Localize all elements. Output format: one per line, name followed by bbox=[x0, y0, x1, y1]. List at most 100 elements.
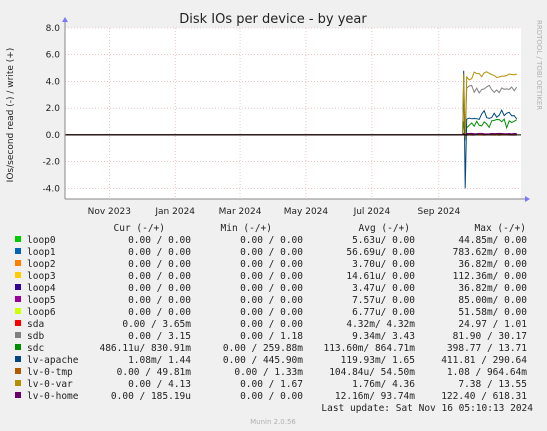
legend-name: loop4 bbox=[27, 283, 56, 294]
legend-swatch bbox=[15, 236, 21, 242]
legend-header-cur: Cur (-/+) bbox=[114, 223, 165, 234]
legend-min: 0.00 / 445.90m bbox=[223, 355, 303, 366]
legend-avg: 6.77u/ 0.00 bbox=[352, 307, 415, 318]
x-axis-ticks: Nov 2023 Jan 2024 Mar 2024 May 2024 Jul 2024… bbox=[88, 207, 461, 217]
legend-row: loop3 0.00 / 0.00 0.00 / 0.00 14.61u/ 0.00 1… bbox=[15, 271, 527, 282]
legend-swatch bbox=[15, 392, 21, 398]
legend-min: 0.00 / 1.18 bbox=[240, 331, 303, 342]
x-tick-label: Sep 2024 bbox=[418, 207, 461, 217]
chart-title: Disk IOs per device - by year bbox=[179, 12, 367, 27]
plot-area bbox=[65, 28, 521, 199]
legend-cur: 0.00 / 0.00 bbox=[128, 247, 191, 258]
legend-avg: 7.57u/ 0.00 bbox=[352, 295, 415, 306]
legend-avg: 56.69u/ 0.00 bbox=[346, 247, 415, 258]
legend-row: sdb 0.00 / 3.15 0.00 / 1.18 9.34m/ 3.43 81.9… bbox=[15, 331, 527, 342]
legend-avg: 104.84u/ 54.50m bbox=[329, 367, 415, 378]
legend-cur: 0.00 / 3.15 bbox=[128, 331, 191, 342]
y-tick-label: 0.0 bbox=[46, 131, 61, 141]
legend-row: lv-apache 1.08m/ 1.44 0.00 / 445.90m 119.93… bbox=[15, 355, 527, 366]
legend-avg: 14.61u/ 0.00 bbox=[346, 271, 415, 282]
rrdtool-credit: RRDTOOL / TOBI OETIKER bbox=[535, 20, 543, 110]
legend-row: loop6 0.00 / 0.00 0.00 / 0.00 6.77u/ 0.00 51… bbox=[15, 307, 527, 318]
y-axis-ticks: -4.0 -2.0 0.0 2.0 4.0 6.0 8.0 bbox=[42, 24, 60, 194]
legend-cur: 0.00 / 3.65m bbox=[122, 319, 191, 330]
legend-avg: 12.16m/ 93.74m bbox=[335, 391, 415, 402]
legend-cur: 0.00 / 0.00 bbox=[128, 295, 191, 306]
legend-swatch bbox=[15, 260, 21, 266]
legend-cur: 0.00 / 0.00 bbox=[128, 235, 191, 246]
y-tick-label: 2.0 bbox=[46, 104, 61, 114]
legend-table: Cur (-/+) Min (-/+) Avg (-/+) Max (-/+) … bbox=[15, 223, 527, 402]
legend-name: sdb bbox=[27, 331, 44, 342]
legend-min: 0.00 / 0.00 bbox=[240, 271, 303, 282]
y-tick-label: -2.0 bbox=[42, 158, 60, 168]
legend-max: 411.81 / 290.64 bbox=[441, 355, 527, 366]
legend-swatch bbox=[15, 332, 21, 338]
x-tick-label: Mar 2024 bbox=[219, 207, 262, 217]
legend-max: 36.82m/ 0.00 bbox=[458, 283, 527, 294]
legend-row: loop2 0.00 / 0.00 0.00 / 0.00 3.70u/ 0.00 36… bbox=[15, 259, 527, 270]
legend-name: lv-0-var bbox=[27, 379, 73, 390]
munin-version: Munin 2.0.56 bbox=[250, 418, 296, 426]
legend-cur: 0.00 / 0.00 bbox=[128, 307, 191, 318]
y-tick-label: 8.0 bbox=[46, 24, 61, 34]
legend-name: sdc bbox=[27, 343, 44, 354]
legend-row: loop0 0.00 / 0.00 0.00 / 0.00 5.63u/ 0.00 44… bbox=[15, 235, 527, 246]
legend-name: loop6 bbox=[27, 307, 56, 318]
legend-cur: 0.00 / 4.13 bbox=[128, 379, 191, 390]
x-axis-arrow bbox=[525, 196, 530, 202]
disk-io-chart: Disk IOs per device - by year RRDTOOL / … bbox=[6, 12, 543, 426]
legend-cur: 0.00 / 49.81m bbox=[117, 367, 192, 378]
legend-max: 112.36m/ 0.00 bbox=[453, 271, 528, 282]
legend-avg: 113.60m/ 864.71m bbox=[323, 343, 415, 354]
legend-max: 1.08 / 964.64m bbox=[447, 367, 527, 378]
legend-cur: 1.08m/ 1.44 bbox=[128, 355, 191, 366]
legend-min: 0.00 / 1.33m bbox=[234, 367, 303, 378]
legend-max: 85.00m/ 0.00 bbox=[458, 295, 527, 306]
legend-name: loop3 bbox=[27, 271, 56, 282]
legend-swatch bbox=[15, 296, 21, 302]
legend-min: 0.00 / 0.00 bbox=[240, 283, 303, 294]
legend-max: 24.97 / 1.01 bbox=[458, 319, 527, 330]
legend-min: 0.00 / 259.88m bbox=[223, 343, 303, 354]
legend-cur: 0.00 / 185.19u bbox=[111, 391, 191, 402]
legend-header-avg: Avg (-/+) bbox=[359, 223, 410, 234]
legend-name: lv-0-home bbox=[27, 391, 79, 402]
legend-cur: 0.00 / 0.00 bbox=[128, 259, 191, 270]
legend-max: 783.62m/ 0.00 bbox=[453, 247, 528, 258]
legend-name: loop2 bbox=[27, 259, 56, 270]
legend-avg: 5.63u/ 0.00 bbox=[352, 235, 415, 246]
legend-min: 0.00 / 0.00 bbox=[240, 295, 303, 306]
y-tick-label: 4.0 bbox=[46, 77, 61, 87]
legend-name: lv-apache bbox=[27, 355, 79, 366]
legend-name: sda bbox=[27, 319, 44, 330]
legend-row: loop1 0.00 / 0.00 0.00 / 0.00 56.69u/ 0.00 7… bbox=[15, 247, 527, 258]
legend-avg: 1.76m/ 4.36 bbox=[352, 379, 415, 390]
legend-swatch bbox=[15, 284, 21, 290]
legend-max: 44.85m/ 0.00 bbox=[458, 235, 527, 246]
legend-min: 0.00 / 0.00 bbox=[240, 259, 303, 270]
legend-min: 0.00 / 0.00 bbox=[240, 235, 303, 246]
legend-swatch bbox=[15, 356, 21, 362]
legend-min: 0.00 / 0.00 bbox=[240, 319, 303, 330]
legend-min: 0.00 / 1.67 bbox=[240, 379, 303, 390]
legend-avg: 119.93m/ 1.65 bbox=[341, 355, 415, 366]
legend-min: 0.00 / 0.00 bbox=[240, 391, 303, 402]
legend-avg: 4.32m/ 4.32m bbox=[346, 319, 415, 330]
y-tick-label: -4.0 bbox=[42, 184, 60, 194]
legend-swatch bbox=[15, 320, 21, 326]
legend-max: 7.38 / 13.55 bbox=[458, 379, 527, 390]
legend-name: lv-0-tmp bbox=[27, 367, 73, 378]
legend-min: 0.00 / 0.00 bbox=[240, 247, 303, 258]
x-tick-label: May 2024 bbox=[284, 207, 329, 217]
legend-name: loop1 bbox=[27, 247, 56, 258]
legend-cur: 0.00 / 0.00 bbox=[128, 283, 191, 294]
legend-swatch bbox=[15, 368, 21, 374]
x-tick-label: Nov 2023 bbox=[88, 207, 131, 217]
legend-row: sda 0.00 / 3.65m 0.00 / 0.00 4.32m/ 4.32m 24… bbox=[15, 319, 527, 330]
legend-swatch bbox=[15, 248, 21, 254]
legend-cur: 0.00 / 0.00 bbox=[128, 271, 191, 282]
legend-name: loop0 bbox=[27, 235, 56, 246]
legend-header-max: Max (-/+) bbox=[475, 223, 526, 234]
y-axis-arrow bbox=[62, 17, 68, 22]
